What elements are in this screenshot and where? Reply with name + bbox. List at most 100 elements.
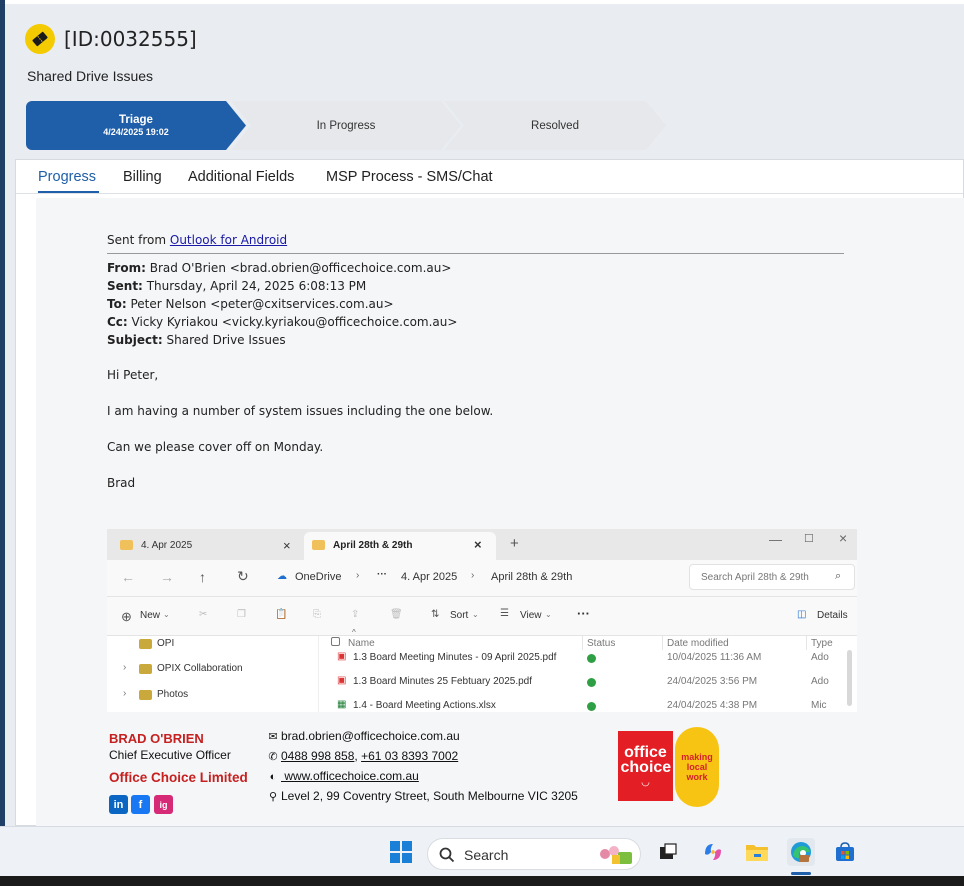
file-row: ▣ 1.3 Board Meeting Minutes - 09 April 2… [337, 651, 829, 663]
view-icon: ☰ [500, 608, 509, 619]
ticket-header: [ID:0032555] [25, 24, 197, 54]
scrollbar [847, 650, 852, 706]
store-icon[interactable] [831, 838, 859, 866]
stage-triage[interactable]: Triage 4/24/2025 19:02 [26, 101, 246, 150]
close-window-icon: × [839, 530, 848, 546]
sort-icon: ⇅ [431, 609, 440, 620]
tab-bar: Progress Billing Additional Fields MSP P… [16, 160, 963, 194]
facebook-icon[interactable]: f [131, 795, 150, 814]
making-local-work-logo: making local work [675, 727, 719, 807]
signature-company: Office Choice Limited [109, 770, 248, 785]
explorer-toolbar: ⊕ New ⌄ ✂ ❐ 📋 ⎘ ⇪ 🗑 ⇅ Sort ⌄ ☰ View ⌄ ··… [107, 596, 857, 636]
up-icon: ↑ [199, 569, 206, 585]
tab-progress[interactable]: Progress [38, 169, 96, 185]
search-icon [439, 847, 455, 863]
location-pin-icon: ⚲ [268, 791, 278, 803]
stage-label: Resolved [531, 119, 579, 132]
signature-website[interactable]: www.officechoice.com.au [281, 769, 419, 783]
explorer-tab-2: April 28th & 29th × [304, 532, 496, 560]
ticket-id: [ID:0032555] [64, 27, 197, 51]
back-icon: ← [121, 569, 135, 585]
chevron-down-icon: ⌄ [472, 610, 479, 619]
linkedin-icon[interactable]: in [109, 795, 128, 814]
new-tab-icon: + [510, 535, 519, 552]
globe-icon: ◐ [269, 771, 277, 783]
bottom-strip [0, 876, 964, 886]
stage-label: In Progress [316, 119, 376, 132]
close-icon: × [474, 537, 482, 552]
sort-indicator-icon: ^ [352, 628, 356, 637]
header-cc: Cc: Vicky Kyriakou <vicky.kyriakou@offic… [107, 315, 458, 329]
new-icon: ⊕ [121, 609, 132, 624]
chevron-down-icon: ⌄ [163, 610, 170, 619]
ticket-title: Shared Drive Issues [27, 68, 154, 84]
paste-icon: 📋 [275, 609, 288, 620]
tab-billing[interactable]: Billing [123, 169, 162, 185]
file-explorer-icon[interactable] [743, 838, 771, 866]
task-view-icon[interactable] [654, 838, 682, 866]
outlook-android-link[interactable]: Outlook for Android [170, 233, 287, 247]
stage-progress: Triage 4/24/2025 19:02 In Progress Resol… [26, 101, 666, 150]
signature-address: Level 2, 99 Coventry Street, South Melbo… [281, 789, 578, 803]
chevron-right-icon: › [471, 570, 475, 581]
more-options-icon: ··· [577, 606, 590, 621]
delete-icon: 🗑 [390, 609, 403, 620]
maximize-icon: ☐ [804, 533, 814, 545]
search-icon: ⌕ [835, 570, 842, 582]
email-line-1: I am having a number of system issues in… [107, 404, 494, 418]
explorer-file-area: OPI › OPIX Collaboration › Photos ^ Name [107, 628, 857, 712]
folder-icon [120, 540, 133, 550]
tab-additional-fields[interactable]: Additional Fields [188, 169, 294, 185]
copilot-icon[interactable] [699, 838, 727, 866]
explorer-sidebar: OPI › OPIX Collaboration › Photos [107, 636, 319, 712]
details-icon: ◫ [797, 609, 807, 620]
synced-status-icon [587, 678, 596, 687]
tab-msp-process[interactable]: MSP Process - SMS/Chat [326, 169, 493, 185]
email-content: Sent from Outlook for Android From: Brad… [36, 198, 964, 827]
taskbar-search[interactable]: Search [427, 838, 641, 870]
email-greeting: Hi Peter, [107, 368, 159, 382]
signature-phone-line: ✆ 0488 998 858, +61 03 8393 7002 [268, 749, 459, 763]
ticket-panel: Progress Billing Additional Fields MSP P… [15, 159, 964, 827]
header-from: From: Brad O'Brien <brad.obrien@officech… [107, 261, 452, 275]
share-icon: ⇪ [351, 609, 360, 620]
refresh-icon: ↻ [237, 568, 249, 584]
signature-phone-mobile[interactable]: 0488 998 858 [281, 749, 354, 763]
synced-status-icon [587, 654, 596, 663]
minimize-icon: — [769, 532, 782, 547]
email-line-2: Can we please cover off on Monday. [107, 440, 324, 454]
office-choice-logo: office choice ◡ [618, 731, 673, 801]
header-sent: Sent: Thursday, April 24, 2025 6:08:13 P… [107, 279, 367, 293]
ticket-app: [ID:0032555] Shared Drive Issues Triage … [5, 4, 964, 827]
header-to: To: Peter Nelson <peter@cxitservices.com… [107, 297, 394, 311]
embedded-explorer-screenshot: 4. Apr 2025 × April 28th & 29th × + — ☐ … [107, 529, 857, 712]
forward-icon: → [160, 569, 174, 585]
header-subject: Subject: Shared Drive Issues [107, 333, 286, 347]
pdf-icon: ▣ [337, 675, 347, 686]
explorer-search-box: Search April 28th & 29th ⌕ [689, 564, 855, 590]
chevron-right-icon: › [123, 662, 127, 673]
signature-website-line: ◐ www.officechoice.com.au [267, 769, 419, 783]
sent-from-prefix: Sent from [107, 233, 170, 247]
close-icon: × [283, 538, 291, 553]
instagram-icon[interactable]: ig [154, 795, 173, 814]
windows-taskbar: Search [0, 826, 964, 876]
copy-icon: ❐ [237, 609, 246, 620]
folder-icon [139, 639, 152, 649]
cut-icon: ✂ [199, 609, 208, 620]
signature-address-line: ⚲ Level 2, 99 Coventry Street, South Melb… [267, 789, 578, 803]
signature-phone-office[interactable]: +61 03 8393 7002 [361, 749, 458, 763]
chevron-down-icon: ⌄ [545, 610, 552, 619]
stage-in-progress[interactable]: In Progress [231, 101, 461, 150]
stage-label: Triage [119, 114, 153, 126]
divider [107, 253, 844, 254]
file-row: ▣ 1.3 Board Minutes 25 Febtuary 2025.pdf… [337, 675, 829, 687]
email-signoff: Brad [107, 476, 136, 490]
sent-from: Sent from Outlook for Android [107, 233, 287, 247]
windows-start-icon[interactable] [387, 838, 415, 866]
stage-resolved[interactable]: Resolved [444, 101, 666, 150]
folder-icon [312, 540, 325, 550]
phone-icon: ✆ [268, 751, 278, 763]
excel-icon: ▦ [337, 699, 347, 710]
edge-icon[interactable] [787, 838, 815, 866]
